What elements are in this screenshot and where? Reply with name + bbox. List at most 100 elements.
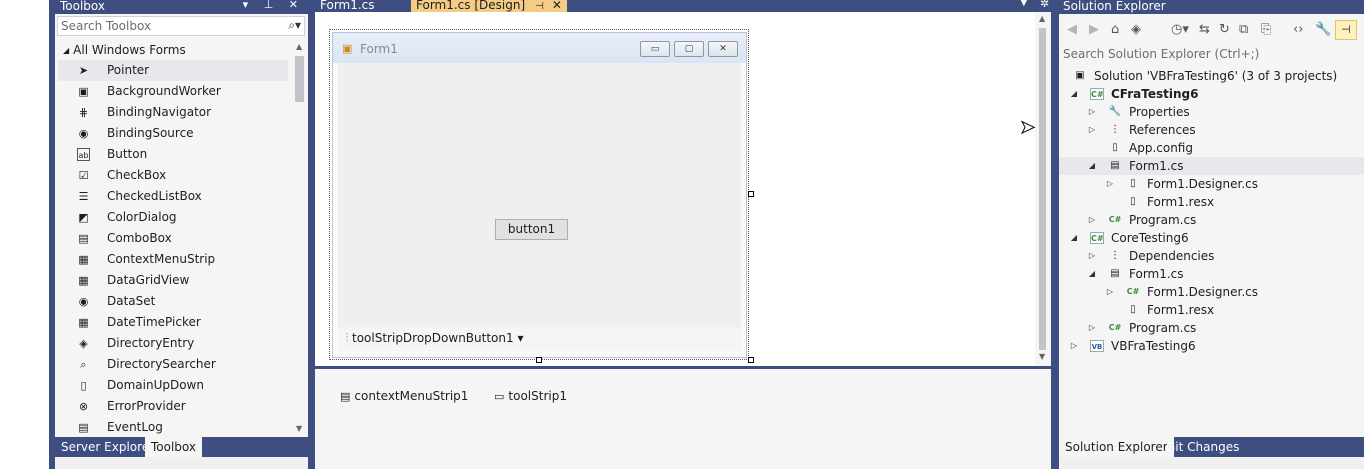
collapse-icon[interactable]: ◢	[1069, 229, 1079, 247]
toolbox-item[interactable]: ◉ DataSet	[55, 291, 292, 312]
form-titlebar[interactable]: ▣ Form1 ▭ ▢ ✕	[333, 33, 746, 63]
tree-node[interactable]: ◢ C# CFraTesting6	[1059, 85, 1364, 103]
forward-icon[interactable]: ▶	[1089, 22, 1099, 37]
close-icon[interactable]: ✕	[552, 0, 562, 12]
minimize-button[interactable]: ▭	[640, 41, 670, 57]
refresh-icon[interactable]: ↻	[1219, 22, 1230, 37]
pin-icon[interactable]: ⊣	[1335, 20, 1357, 40]
back-icon[interactable]: ◀	[1067, 22, 1077, 37]
toolbox-item[interactable]: ▤ ComboBox	[55, 228, 292, 249]
sync-icon[interactable]: ⇆	[1199, 22, 1210, 37]
tab-solution-explorer[interactable]: Solution Explorer	[1059, 437, 1174, 457]
close-button[interactable]: ✕	[708, 41, 738, 57]
toolbox-item[interactable]: ➤ Pointer	[58, 60, 288, 81]
form-designer-window[interactable]: ▣ Form1 ▭ ▢ ✕ button1 ⋮ toolStripDropDow…	[332, 32, 747, 358]
expand-icon[interactable]: ▷	[1069, 337, 1079, 355]
button1[interactable]: button1	[495, 219, 568, 240]
scroll-up-icon[interactable]: ▲	[296, 42, 302, 51]
tree-node[interactable]: ▯ Form1.resx	[1059, 193, 1364, 211]
collapse-all-icon[interactable]: ⧉	[1239, 22, 1248, 37]
history-icon[interactable]: ◷▾	[1171, 22, 1189, 37]
toolbox-item[interactable]: ▣ BackgroundWorker	[55, 81, 292, 102]
expand-icon[interactable]: ▷	[1087, 211, 1097, 229]
toolbox-item[interactable]: ☰ CheckedListBox	[55, 186, 292, 207]
tree-node[interactable]: ◢ C# CoreTesting6	[1059, 229, 1364, 247]
toolbox-category[interactable]: ◢ All Windows Forms	[55, 40, 292, 60]
expand-icon[interactable]: ▷	[1105, 283, 1115, 301]
code-icon[interactable]: ‹›	[1293, 22, 1303, 37]
toolbox-item[interactable]: ▤ EventLog	[55, 417, 292, 436]
search-icon[interactable]: ⌕▾	[288, 18, 301, 33]
expand-icon[interactable]: ▷	[1087, 247, 1097, 265]
resize-handle-corner[interactable]	[748, 357, 754, 363]
toolbox-item[interactable]: ⊗ ErrorProvider	[55, 396, 292, 417]
splitter[interactable]	[1051, 12, 1059, 469]
tray-item-context-menu-strip[interactable]: ▤ contextMenuStrip1	[340, 389, 468, 403]
toolstrip-dropdown-button[interactable]: toolStripDropDownButton1 ▾	[352, 331, 523, 345]
toolstrip-grip-icon[interactable]: ⋮	[342, 332, 352, 343]
solution-explorer-search-input[interactable]	[1063, 46, 1353, 62]
expand-icon[interactable]: ▷	[1087, 319, 1097, 337]
toolbox-item[interactable]: ▦ DateTimePicker	[55, 312, 292, 333]
tray-item-toolstrip[interactable]: ▭ toolStrip1	[494, 389, 567, 403]
expand-icon[interactable]: ▷	[1087, 103, 1097, 121]
collapse-icon[interactable]: ◢	[1069, 85, 1079, 103]
home-icon[interactable]: ⌂	[1111, 22, 1119, 37]
collapse-icon[interactable]: ◢	[63, 46, 69, 55]
tab-toolbox[interactable]: Toolbox	[145, 437, 202, 457]
tree-node[interactable]: ▷ VB VBFraTesting6	[1059, 337, 1364, 355]
splitter[interactable]	[308, 0, 315, 469]
resize-handle-bottom[interactable]	[536, 357, 542, 363]
resize-handle-right[interactable]	[748, 191, 754, 197]
tree-node[interactable]: ▷ ⋮ Dependencies	[1059, 247, 1364, 265]
toolbox-search-input[interactable]	[61, 18, 271, 34]
solution-explorer-search[interactable]	[1059, 46, 1364, 64]
collapse-icon[interactable]: ◢	[1087, 265, 1097, 283]
scroll-down-icon[interactable]: ▼	[1039, 352, 1045, 361]
toolbox-scrollbar[interactable]: ▲ ▼	[292, 40, 308, 436]
tree-node[interactable]: ▷ C# Program.cs	[1059, 211, 1364, 229]
toolbox-item[interactable]: ◈ DirectoryEntry	[55, 333, 292, 354]
toolbox-item[interactable]: ⋕ BindingNavigator	[55, 102, 292, 123]
tree-node[interactable]: ▯ Form1.resx	[1059, 301, 1364, 319]
show-all-files-icon[interactable]: ⎘	[1261, 22, 1271, 37]
toolbox-item[interactable]: ☑ CheckBox	[55, 165, 292, 186]
toolbox-item[interactable]: ◩ ColorDialog	[55, 207, 292, 228]
toolbox-item[interactable]: ▦ DataGridView	[55, 270, 292, 291]
tree-node[interactable]: ◢ ▤ Form1.cs	[1059, 157, 1364, 175]
toolbox-item[interactable]: ◉ BindingSource	[55, 123, 292, 144]
tree-node[interactable]: ▷ C# Form1.Designer.cs	[1059, 283, 1364, 301]
tree-node[interactable]: ▷ C# Program.cs	[1059, 319, 1364, 337]
scrollbar-thumb[interactable]	[1039, 28, 1046, 350]
form-client-area[interactable]: button1	[338, 63, 741, 351]
pin-icon[interactable]: ⊣	[535, 1, 544, 12]
visual-studio-icon[interactable]: ◈	[1131, 22, 1141, 37]
toolbox-header-buttons[interactable]: ▾ ⊥ ✕	[243, 0, 304, 11]
design-scrollbar[interactable]: ▲ ▼	[1035, 12, 1051, 366]
scroll-down-icon[interactable]: ▼	[296, 424, 302, 433]
tree-node[interactable]: ▷ ⋮ References	[1059, 121, 1364, 139]
tab-git-changes[interactable]: Git Changes	[1160, 437, 1245, 457]
tree-node[interactable]: ▯ App.config	[1059, 139, 1364, 157]
tab-form1-design[interactable]: Form1.cs [Design] ⊣ ✕	[411, 0, 567, 12]
toolbox-item[interactable]: ▯ DomainUpDown	[55, 375, 292, 396]
expand-icon[interactable]: ▷	[1087, 121, 1097, 139]
collapse-icon[interactable]: ◢	[1087, 157, 1097, 175]
toolbox-item[interactable]: ab Button	[55, 144, 292, 165]
tree-node[interactable]: ◢ ▤ Form1.cs	[1059, 265, 1364, 283]
tree-node[interactable]: ▣ Solution 'VBFraTesting6' (3 of 3 projec…	[1059, 67, 1364, 85]
wrench-icon[interactable]: 🔧	[1315, 22, 1331, 37]
toolbox-search[interactable]: ⌕▾	[57, 16, 305, 36]
expand-icon[interactable]: ▷	[1105, 175, 1115, 193]
scrollbar-thumb[interactable]	[295, 56, 304, 102]
tree-node[interactable]: ▷ 🔧 Properties	[1059, 103, 1364, 121]
scroll-up-icon[interactable]: ▲	[1039, 14, 1045, 23]
chevron-down-icon[interactable]: ▼	[1020, 0, 1028, 8]
toolstrip[interactable]: ⋮ toolStripDropDownButton1 ▾	[338, 327, 741, 351]
toolbox-item[interactable]: ⌕ DirectorySearcher	[55, 354, 292, 375]
toolbox-item[interactable]: ▦ ContextMenuStrip	[55, 249, 292, 270]
maximize-button[interactable]: ▢	[674, 41, 704, 57]
tree-node[interactable]: ▷ ▯ Form1.Designer.cs	[1059, 175, 1364, 193]
tab-form1-cs[interactable]: Form1.cs	[315, 0, 380, 12]
gear-icon[interactable]: ✲	[1040, 0, 1049, 10]
